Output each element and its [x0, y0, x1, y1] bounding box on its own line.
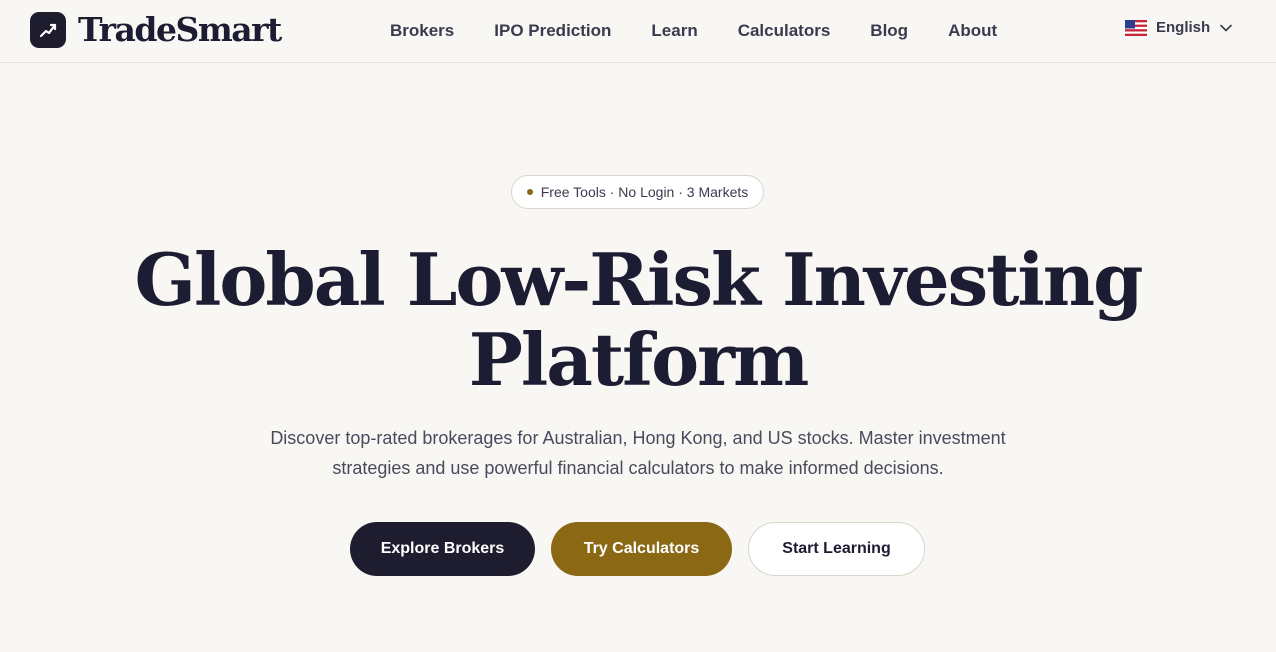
hero-subtitle-line1: Discover top-rated brokerages for Austra… [270, 428, 1006, 448]
features-badge: Free Tools · No Login · 3 Markets [511, 175, 764, 209]
brand-logo[interactable]: TradeSmart [30, 10, 282, 49]
chart-logo-icon [30, 12, 66, 48]
badge-text: Free Tools · No Login · 3 Markets [540, 184, 749, 200]
nav-calculators[interactable]: Calculators [738, 21, 831, 41]
language-selector[interactable]: English [1125, 19, 1232, 36]
nav-blog[interactable]: Blog [870, 21, 908, 41]
start-learning-button[interactable]: Start Learning [748, 522, 925, 576]
language-label: English [1156, 19, 1211, 36]
nav-ipo-prediction[interactable]: IPO Prediction [494, 21, 611, 41]
main-nav: Brokers IPO Prediction Learn Calculators… [390, 0, 1037, 62]
hero-title-line1: Global Low-Risk Investing [134, 237, 1144, 322]
brand-name: TradeSmart [78, 10, 282, 49]
try-calculators-button[interactable]: Try Calculators [551, 522, 732, 576]
nav-about[interactable]: About [948, 21, 997, 41]
hero-subtitle-line2: strategies and use powerful financial ca… [332, 458, 944, 478]
chevron-down-icon [1220, 24, 1232, 31]
badge-dot-icon [526, 189, 533, 195]
nav-brokers[interactable]: Brokers [390, 21, 454, 41]
hero-subtitle: Discover top-rated brokerages for Austra… [238, 423, 1038, 483]
explore-brokers-button[interactable]: Explore Brokers [350, 522, 535, 576]
hero-title: Global Low-Risk Investing Platform [88, 240, 1188, 400]
hero-title-line2: Platform [468, 317, 810, 402]
nav-learn[interactable]: Learn [651, 21, 697, 41]
site-header: TradeSmart Brokers IPO Prediction Learn … [0, 0, 1276, 63]
us-flag-icon [1125, 19, 1147, 36]
